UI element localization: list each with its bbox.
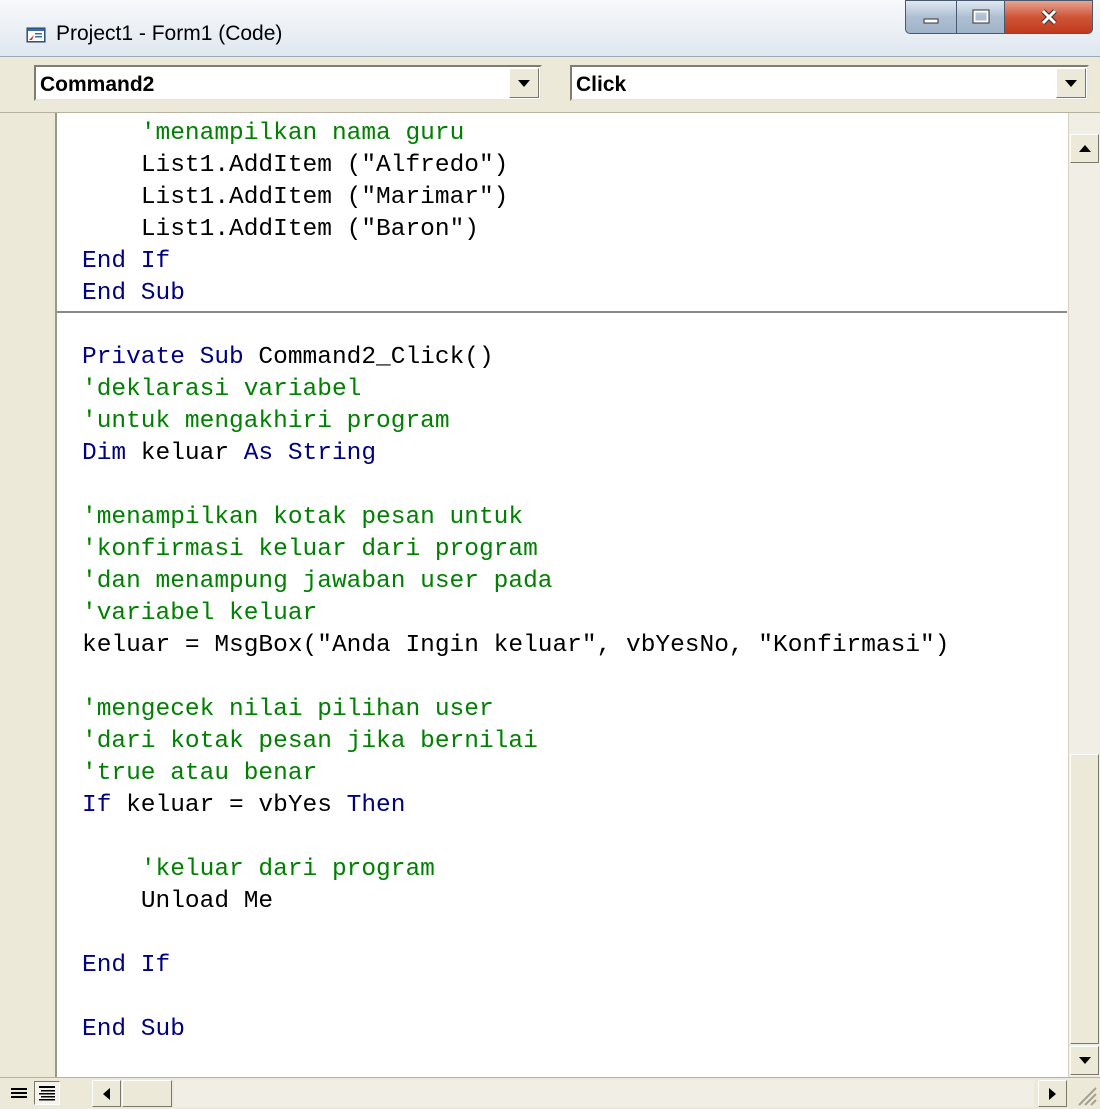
- object-combo-value: Command2: [40, 73, 155, 96]
- code-token: keluar = vbYes: [111, 792, 347, 819]
- procedure-combo[interactable]: Click: [570, 65, 1089, 101]
- minimize-button[interactable]: [905, 0, 957, 34]
- scroll-left-arrow-icon: [103, 1087, 110, 1100]
- code-line[interactable]: List1.AddItem ("Marimar"): [82, 182, 949, 214]
- maximize-icon: [972, 9, 989, 24]
- scroll-down-arrow-icon: [1078, 1057, 1091, 1064]
- scroll-left-button[interactable]: [92, 1080, 121, 1107]
- code-comment: 'konfirmasi keluar dari program: [82, 536, 538, 563]
- procedure-separator: [57, 311, 1067, 313]
- code-line[interactable]: List1.AddItem ("Alfredo"): [82, 150, 949, 182]
- code-keyword: If: [82, 792, 112, 819]
- full-module-view-button[interactable]: [34, 1081, 60, 1105]
- code-keyword: End Sub: [82, 280, 185, 307]
- code-comment: 'dan menampung jawaban user pada: [82, 568, 553, 595]
- code-line[interactable]: 'untuk mengakhiri program: [82, 406, 949, 438]
- code-line[interactable]: 'keluar dari program: [82, 854, 949, 886]
- code-token: Command2_Click(): [243, 344, 494, 371]
- code-statement: List1.AddItem ("Baron"): [140, 216, 479, 243]
- code-line[interactable]: List1.AddItem ("Baron"): [82, 214, 949, 246]
- scroll-right-arrow-icon: [1049, 1087, 1056, 1100]
- object-combo-dropdown-button[interactable]: [509, 68, 539, 98]
- minimize-icon: [923, 18, 939, 24]
- code-text[interactable]: 'menampilkan nama guru List1.AddItem ("A…: [82, 118, 949, 1046]
- horizontal-scroll-track[interactable]: [174, 1080, 1034, 1107]
- code-comment: 'dari kotak pesan jika bernilai: [82, 728, 538, 755]
- vb-code-window-icon: [26, 27, 46, 43]
- code-line[interactable]: If keluar = vbYes Then: [82, 790, 949, 822]
- code-line[interactable]: 'menampilkan nama guru: [82, 118, 949, 150]
- code-line[interactable]: [82, 918, 949, 950]
- code-statement: Unload Me: [140, 888, 274, 915]
- close-button[interactable]: [1005, 0, 1093, 34]
- code-line[interactable]: [82, 310, 949, 342]
- code-line[interactable]: 'dari kotak pesan jika bernilai: [82, 726, 949, 758]
- chevron-down-icon: [518, 79, 530, 87]
- code-line[interactable]: End Sub: [82, 1014, 949, 1046]
- vertical-scrollbar[interactable]: [1068, 113, 1100, 1077]
- code-line[interactable]: [82, 470, 949, 502]
- code-statement: List1.AddItem ("Alfredo"): [140, 152, 509, 179]
- code-keyword: Dim: [82, 440, 127, 467]
- full-module-view-icon: [39, 1086, 55, 1101]
- scroll-up-arrow-icon: [1078, 145, 1091, 152]
- code-comment: 'true atau benar: [82, 760, 318, 787]
- code-keyword: End If: [82, 248, 171, 275]
- code-line[interactable]: End Sub: [82, 278, 949, 310]
- combo-bar: Command2 Click: [0, 57, 1100, 113]
- horizontal-scroll-thumb[interactable]: [122, 1080, 172, 1107]
- code-line[interactable]: keluar = MsgBox("Anda Ingin keluar", vbY…: [82, 630, 949, 662]
- code-keyword: Then: [346, 792, 406, 819]
- code-line[interactable]: [82, 822, 949, 854]
- code-token: keluar: [126, 440, 244, 467]
- close-icon: [1040, 9, 1057, 25]
- code-comment: 'variabel keluar: [82, 600, 318, 627]
- title-bar[interactable]: Project1 - Form1 (Code): [0, 0, 1100, 57]
- scroll-up-button[interactable]: [1070, 134, 1099, 163]
- code-line[interactable]: [82, 662, 949, 694]
- code-comment: 'deklarasi variabel: [82, 376, 362, 403]
- procedure-combo-value: Click: [576, 73, 627, 96]
- code-comment: 'menampilkan nama guru: [140, 120, 465, 147]
- maximize-button[interactable]: [957, 0, 1005, 34]
- code-line[interactable]: [82, 982, 949, 1014]
- procedure-combo-dropdown-button[interactable]: [1056, 68, 1086, 98]
- resize-grip-icon[interactable]: [1070, 1080, 1098, 1107]
- caption-buttons: [905, 0, 1095, 36]
- code-statement: keluar = MsgBox("Anda Ingin keluar", vbY…: [82, 632, 950, 659]
- code-line[interactable]: 'true atau benar: [82, 758, 949, 790]
- scroll-down-button[interactable]: [1070, 1046, 1099, 1075]
- window-title: Project1 - Form1 (Code): [56, 22, 283, 45]
- code-comment: 'mengecek nilai pilihan user: [82, 696, 494, 723]
- code-keyword: End If: [82, 952, 171, 979]
- code-keyword: End Sub: [82, 1016, 185, 1043]
- chevron-down-icon: [1065, 79, 1077, 87]
- code-line[interactable]: End If: [82, 246, 949, 278]
- code-line[interactable]: 'dan menampung jawaban user pada: [82, 566, 949, 598]
- code-line[interactable]: Private Sub Command2_Click(): [82, 342, 949, 374]
- code-line[interactable]: 'konfirmasi keluar dari program: [82, 534, 949, 566]
- code-statement: List1.AddItem ("Marimar"): [140, 184, 509, 211]
- code-line[interactable]: End If: [82, 950, 949, 982]
- scroll-right-button[interactable]: [1038, 1080, 1067, 1107]
- procedure-view-icon: [11, 1088, 27, 1098]
- object-combo[interactable]: Command2: [34, 65, 542, 101]
- code-line[interactable]: 'deklarasi variabel: [82, 374, 949, 406]
- code-line[interactable]: 'menampilkan kotak pesan untuk: [82, 502, 949, 534]
- code-line[interactable]: 'mengecek nilai pilihan user: [82, 694, 949, 726]
- code-line[interactable]: 'variabel keluar: [82, 598, 949, 630]
- code-comment: 'keluar dari program: [140, 856, 435, 883]
- code-line[interactable]: Dim keluar As String: [82, 438, 949, 470]
- code-line[interactable]: Unload Me: [82, 886, 949, 918]
- code-keyword: Private Sub: [82, 344, 244, 371]
- code-editor[interactable]: 'menampilkan nama guru List1.AddItem ("A…: [0, 113, 1100, 1109]
- code-keyword: As String: [243, 440, 377, 467]
- bottom-bar: [0, 1077, 1100, 1109]
- margin-indicator-bar[interactable]: [0, 113, 57, 1077]
- code-comment: 'menampilkan kotak pesan untuk: [82, 504, 524, 531]
- code-comment: 'untuk mengakhiri program: [82, 408, 450, 435]
- procedure-view-button[interactable]: [6, 1081, 32, 1105]
- vertical-scroll-thumb[interactable]: [1070, 754, 1099, 1044]
